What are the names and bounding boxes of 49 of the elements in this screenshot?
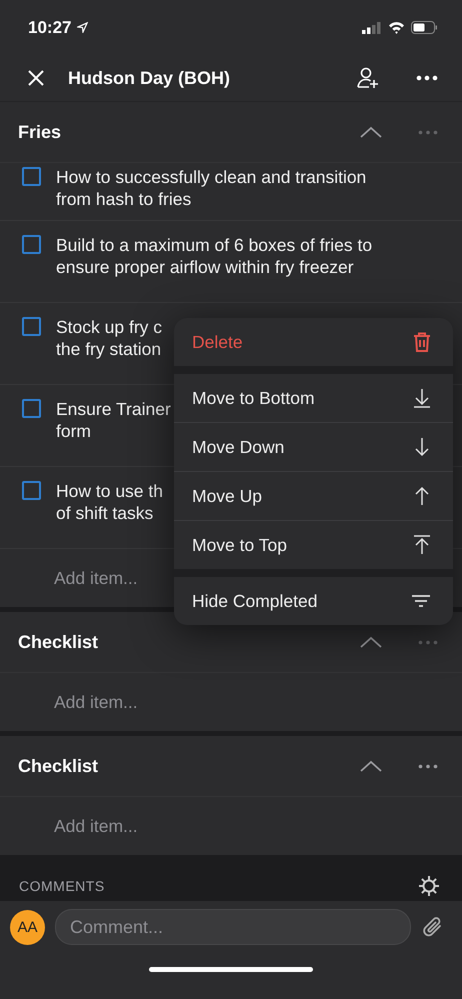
item-text: Build to a maximum of 6 boxes of fries to xyxy=(56,234,372,256)
item-text: How to use th xyxy=(56,480,163,502)
item-text: the fry station xyxy=(56,338,162,360)
item-text: How to successfully clean and transition xyxy=(56,166,366,188)
menu-item[interactable]: Hide Completed xyxy=(174,577,453,625)
checkbox[interactable] xyxy=(22,399,41,418)
user-avatar: AA xyxy=(10,910,45,944)
arrow-down-icon xyxy=(413,437,431,457)
section-title: Checklist xyxy=(18,632,98,652)
more-icon[interactable] xyxy=(416,75,438,81)
add-item-field[interactable]: Add item... xyxy=(54,692,138,712)
arrow-up-icon xyxy=(413,486,431,506)
status-time: 10:27 xyxy=(28,18,72,38)
checkbox[interactable] xyxy=(22,317,41,336)
close-icon[interactable] xyxy=(27,69,45,87)
wifi-icon xyxy=(388,21,405,34)
section-title: Fries xyxy=(18,122,62,142)
add-item-field[interactable]: Add item... xyxy=(54,816,138,836)
add-item-field[interactable]: Add item... xyxy=(54,568,138,588)
item-text: form xyxy=(56,420,92,442)
arrow-up-to-line-icon xyxy=(413,535,431,555)
signal-icon xyxy=(362,22,382,34)
menu-item[interactable]: Move Up xyxy=(174,472,453,520)
menu-item[interactable]: Move to Bottom xyxy=(174,374,453,422)
settings-icon[interactable] xyxy=(418,875,440,897)
item-text: of shift tasks xyxy=(56,502,154,524)
checkbox[interactable] xyxy=(22,167,41,186)
collapse-chevron-icon[interactable] xyxy=(360,126,382,138)
menu-item[interactable]: Move to Top xyxy=(174,521,453,569)
menu-item[interactable]: Delete xyxy=(174,318,453,366)
collapse-chevron-icon[interactable] xyxy=(360,636,382,648)
item-text: ensure proper airflow within fry freezer xyxy=(56,256,355,278)
trash-icon xyxy=(413,332,431,352)
arrow-down-to-line-icon xyxy=(413,388,431,408)
location-arrow-icon xyxy=(77,22,88,33)
item-text: Ensure Trainer xyxy=(56,398,171,420)
item-text: Stock up fry c xyxy=(56,316,162,338)
comments-heading: COMMENTS xyxy=(19,878,105,894)
screen-title: Hudson Day (BOH) xyxy=(68,68,230,88)
item-text: from hash to fries xyxy=(56,188,192,210)
add-person-icon[interactable] xyxy=(356,66,380,90)
filter-icon xyxy=(411,594,431,608)
checkbox[interactable] xyxy=(22,481,41,500)
battery-icon xyxy=(411,21,438,34)
checkbox[interactable] xyxy=(22,235,41,254)
menu-item[interactable]: Move Down xyxy=(174,423,453,471)
comment-field[interactable]: Comment... xyxy=(55,909,411,945)
collapse-chevron-icon[interactable] xyxy=(360,760,382,772)
section-title: Checklist xyxy=(18,756,98,776)
